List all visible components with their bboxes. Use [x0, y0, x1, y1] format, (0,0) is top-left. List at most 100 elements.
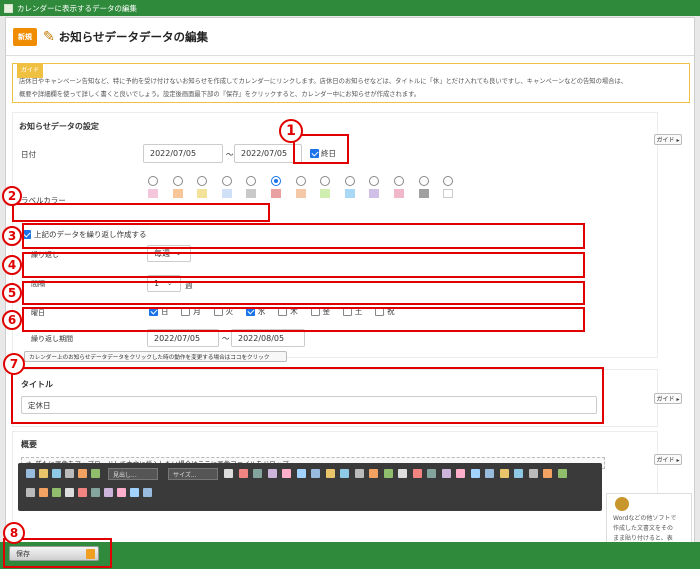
toolbar-button[interactable] [26, 488, 35, 497]
color-radio-0[interactable] [148, 176, 158, 186]
toolbar-button[interactable] [282, 469, 291, 478]
toolbar-button[interactable] [325, 469, 335, 478]
toolbar-button[interactable] [499, 469, 509, 478]
toolbar-button[interactable] [557, 469, 567, 478]
marker-8: 8 [3, 522, 25, 544]
color-swatch-8 [344, 189, 355, 198]
app-icon [4, 3, 13, 13]
page-title: お知らせデータデータの編集 [58, 29, 209, 44]
date-from-input[interactable]: 2022/07/05 [143, 144, 223, 163]
window-title: カレンダーに表示するデータの編集 [17, 3, 137, 13]
toolbar-button[interactable] [65, 469, 74, 478]
size-select[interactable]: サイズ... [168, 468, 218, 480]
toolbar-button[interactable] [340, 469, 349, 478]
color-radio-10[interactable] [394, 176, 404, 186]
toolbar-button[interactable] [52, 488, 61, 497]
toolbar-button[interactable] [253, 469, 262, 478]
color-radio-9[interactable] [369, 176, 380, 186]
window-titlebar: カレンダーに表示するデータの編集 [0, 0, 700, 16]
style-select[interactable]: 見出し... [108, 468, 158, 480]
color-swatch-4 [246, 189, 257, 198]
toolbar-button[interactable] [39, 469, 48, 478]
toolbar-button[interactable] [485, 469, 494, 478]
toolbar-button[interactable] [238, 469, 248, 478]
toolbar-button[interactable] [39, 488, 48, 497]
color-radio-6[interactable] [295, 176, 306, 186]
color-swatch-12 [443, 189, 454, 198]
style-select-value: 見出し... [113, 471, 137, 479]
color-swatch-10 [394, 189, 404, 198]
toolbar-button[interactable] [65, 488, 74, 497]
title-guide-button[interactable]: ガイド ▸ [654, 393, 682, 404]
click-behavior-link[interactable]: カレンダー上のお知らせデータデータをクリックした時の動作を変更する場合はココをク… [24, 351, 287, 362]
color-radio-12[interactable] [443, 176, 454, 186]
annotation-box-2 [12, 203, 270, 222]
marker-1: 1 [279, 119, 303, 143]
toolbar-button[interactable] [412, 469, 422, 478]
toolbar-button[interactable] [441, 469, 451, 478]
color-swatch-9 [369, 189, 380, 198]
toolbar-button[interactable] [224, 469, 233, 478]
editor-toolbar: 見出し... サイズ... [18, 463, 602, 511]
marker-2: 2 [2, 186, 22, 206]
date-label: 日付 [21, 150, 36, 159]
toolbar-button[interactable] [470, 469, 480, 478]
color-swatch-1 [172, 189, 183, 198]
toolbar-button[interactable] [543, 469, 552, 478]
marker-6: 6 [2, 310, 22, 330]
color-radio-3[interactable] [221, 176, 232, 186]
color-radio-5[interactable] [271, 176, 281, 186]
date-to-input[interactable]: 2022/07/05 [234, 144, 302, 163]
annotation-box-1 [293, 134, 349, 164]
marker-5: 5 [2, 283, 22, 303]
toolbar-button[interactable] [91, 469, 100, 478]
annotation-box-4 [22, 252, 585, 278]
size-select-value: サイズ... [173, 471, 197, 479]
color-swatch-0 [148, 189, 158, 198]
color-radio-7[interactable] [320, 176, 331, 186]
toolbar-button[interactable] [78, 488, 87, 497]
summary-label: 概要 [21, 440, 37, 449]
toolbar-button[interactable] [354, 469, 364, 478]
toolbar-button[interactable] [528, 469, 538, 478]
toolbar-button[interactable] [78, 469, 87, 478]
color-swatch-2 [197, 189, 208, 198]
annotation-box-5 [22, 281, 585, 305]
toolbar-button[interactable] [427, 469, 436, 478]
marker-4: 4 [2, 255, 22, 275]
toolbar-button[interactable] [311, 469, 320, 478]
click-behavior-text: カレンダー上のお知らせデータデータをクリックした時の動作を変更する場合はココをク… [29, 354, 270, 361]
toolbar-button[interactable] [143, 488, 152, 497]
guide-text-line2: 概要や詳細欄を使って詳しく書くと良いでしょう。設定後画面最下部の『保存』をクリッ… [19, 91, 421, 98]
color-swatch-3 [221, 189, 232, 198]
side-tip-line1: Wordなどの他ソフトで [613, 515, 677, 522]
color-radio-2[interactable] [197, 176, 208, 186]
color-swatch-5 [271, 189, 281, 198]
date-tilde: 〜 [226, 150, 234, 159]
owl-icon [615, 497, 629, 511]
toolbar-button[interactable] [130, 488, 139, 497]
guide-tag: ガイド [17, 63, 44, 78]
guide-box: ガイド 店休日やキャンペーン告知など、特に予約を受け付けないお知らせを作成してカ… [12, 63, 690, 103]
toolbar-button[interactable] [104, 488, 113, 497]
editor-panel: 新規 ✎ お知らせデータデータの編集 ガイド 店休日やキャンペーン告知など、特に… [5, 17, 695, 543]
summary-guide-button[interactable]: ガイド ▸ [654, 454, 682, 465]
toolbar-button[interactable] [267, 469, 277, 478]
color-radio-11[interactable] [418, 176, 429, 186]
toolbar-button[interactable] [91, 488, 100, 497]
toolbar-button[interactable] [26, 469, 35, 478]
color-radio-1[interactable] [172, 176, 183, 186]
new-badge: 新規 [13, 27, 37, 46]
settings-guide-button[interactable]: ガイド ▸ [654, 134, 682, 145]
toolbar-button[interactable] [369, 469, 378, 478]
toolbar-button[interactable] [52, 469, 61, 478]
toolbar-button[interactable] [117, 488, 126, 497]
toolbar-button[interactable] [456, 469, 465, 478]
toolbar-button[interactable] [398, 469, 407, 478]
toolbar-button[interactable] [383, 469, 393, 478]
color-radio-4[interactable] [246, 176, 257, 186]
color-radio-8[interactable] [344, 176, 355, 186]
pencil-icon: ✎ [43, 28, 55, 45]
toolbar-button[interactable] [296, 469, 306, 478]
toolbar-button[interactable] [514, 469, 523, 478]
